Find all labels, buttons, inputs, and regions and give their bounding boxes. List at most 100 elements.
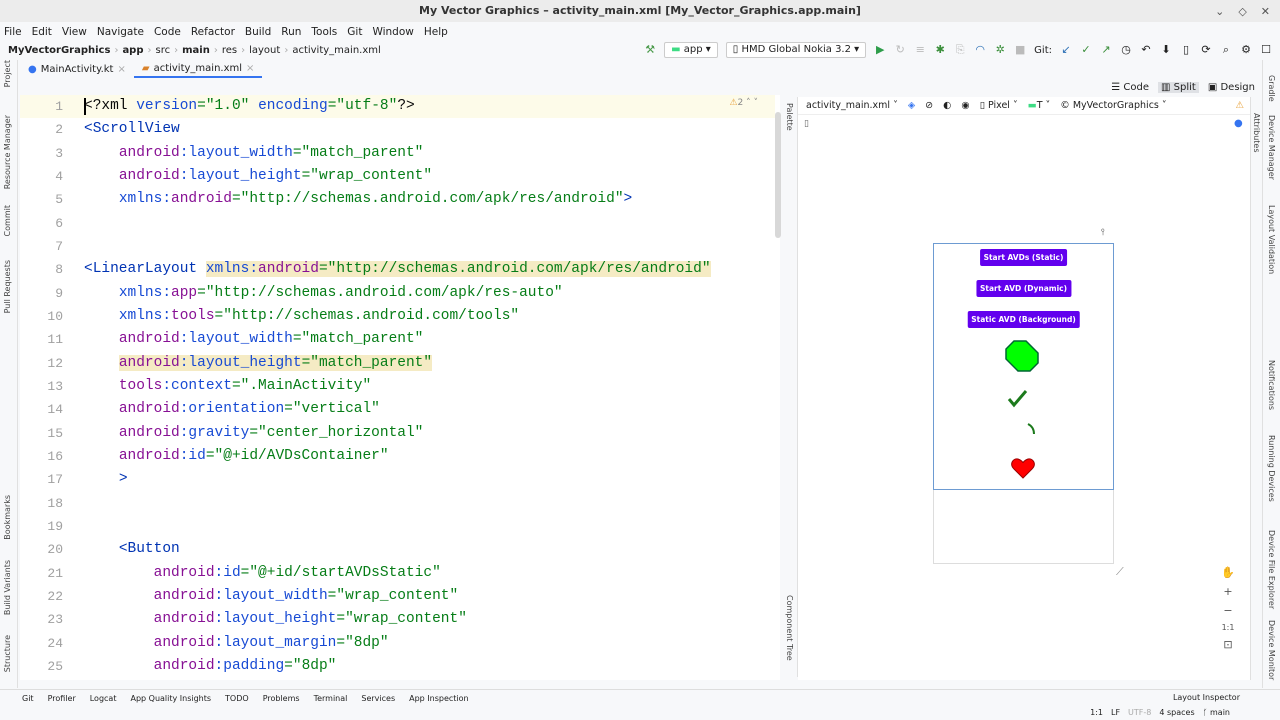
maximize-icon[interactable]: ◇	[1238, 5, 1246, 18]
help-icon[interactable]: ●	[1234, 118, 1243, 129]
debug-icon[interactable]: ✱	[934, 44, 946, 56]
left-tool-structure[interactable]: Structure	[3, 635, 12, 672]
sync-gradle-icon[interactable]: ⟳	[1200, 44, 1212, 56]
right-tool-device-manager[interactable]: Device Manager	[1267, 115, 1276, 180]
breadcrumb-item[interactable]: MyVectorGraphics	[8, 45, 110, 56]
left-tool-bookmarks[interactable]: Bookmarks	[3, 495, 12, 540]
git-push-icon[interactable]: ↗	[1100, 44, 1112, 56]
bottom-tool-git[interactable]: Git	[22, 694, 34, 703]
search-icon[interactable]: ⌕	[1220, 44, 1232, 56]
mode-code[interactable]: ☰ Code	[1108, 82, 1152, 93]
menu-edit[interactable]: Edit	[32, 26, 52, 38]
line-separator[interactable]: LF	[1111, 706, 1120, 720]
warning-icon[interactable]: ⚠	[1235, 100, 1244, 111]
right-tool-layout-validation[interactable]: Layout Validation	[1267, 205, 1276, 274]
menu-navigate[interactable]: Navigate	[97, 26, 144, 38]
bottom-tool-todo[interactable]: TODO	[225, 694, 249, 703]
git-branch[interactable]: ᚴ main	[1203, 706, 1230, 720]
bottom-tool-logcat[interactable]: Logcat	[90, 694, 117, 703]
device-dropdown[interactable]: ▯ HMD Global Nokia 3.2 ▾	[725, 42, 867, 58]
theme-dropdown[interactable]: © MyVectorGraphics ˅	[1060, 100, 1166, 111]
attributes-tab[interactable]: Attributes	[1252, 113, 1261, 153]
git-rollback-icon[interactable]: ↶	[1140, 44, 1152, 56]
left-tool-commit[interactable]: Commit	[3, 205, 12, 236]
sdk-manager-icon[interactable]: ⬇	[1160, 44, 1172, 56]
start-avds-static-button[interactable]: Start AVDs (Static)	[979, 249, 1068, 266]
menu-git[interactable]: Git	[347, 26, 362, 38]
mode-split[interactable]: ▥ Split	[1158, 81, 1199, 93]
file-encoding[interactable]: UTF-8	[1128, 706, 1151, 720]
left-tool-resource-manager[interactable]: Resource Manager	[3, 115, 12, 189]
code-editor[interactable]: 1 <?xml version="1.0" encoding="utf-8"?> 2…	[20, 95, 780, 680]
wear-icon[interactable]: ◉	[961, 100, 969, 111]
editor-scrollbar[interactable]	[775, 112, 781, 238]
bottom-tool-services[interactable]: Services	[361, 694, 395, 703]
design-surface-icon[interactable]: ◈	[908, 100, 915, 111]
git-commit-icon[interactable]: ✓	[1080, 44, 1092, 56]
indent-setting[interactable]: 4 spaces	[1159, 706, 1194, 720]
git-history-icon[interactable]: ◷	[1120, 44, 1132, 56]
start-avd-dynamic-button[interactable]: Start AVD (Dynamic)	[975, 280, 1072, 297]
close-icon[interactable]: ✕	[1261, 5, 1270, 18]
menu-window[interactable]: Window	[372, 26, 413, 38]
device-preview-dropdown[interactable]: ▯ Pixel ˅	[980, 100, 1018, 111]
close-tab-icon[interactable]: ×	[117, 64, 125, 75]
bottom-tool-profiler[interactable]: Profiler	[48, 694, 76, 703]
menu-file[interactable]: File	[4, 26, 22, 38]
left-tool-build-variants[interactable]: Build Variants	[3, 560, 12, 615]
build-hammer-icon[interactable]: ⚒	[644, 44, 656, 56]
menu-help[interactable]: Help	[424, 26, 448, 38]
git-update-icon[interactable]: ↙	[1060, 44, 1072, 56]
phone-preview[interactable]: Start AVDs (Static) Start AVD (Dynamic) …	[933, 243, 1114, 490]
pan-icon[interactable]: ✋	[1221, 566, 1235, 579]
attach-debugger-icon[interactable]: ⎘	[954, 44, 966, 56]
bottom-tool-problems[interactable]: Problems	[263, 694, 300, 703]
cursor-position[interactable]: 1:1	[1090, 706, 1103, 720]
left-tool-pull-requests[interactable]: Pull Requests	[3, 260, 12, 313]
right-tool-notifications[interactable]: Notifications	[1267, 360, 1276, 410]
bottom-tool-app-inspection[interactable]: App Inspection	[409, 694, 469, 703]
stop-icon[interactable]: ■	[1014, 44, 1026, 56]
breadcrumb-item[interactable]: src	[156, 45, 171, 56]
account-icon[interactable]: ☐	[1260, 44, 1272, 56]
close-tab-icon[interactable]: ×	[246, 63, 254, 74]
right-tool-running-devices[interactable]: Running Devices	[1267, 435, 1276, 502]
zoom-out-icon[interactable]: −	[1223, 604, 1232, 617]
right-tool-device-file-explorer[interactable]: Device File Explorer	[1267, 530, 1276, 609]
breadcrumb-item[interactable]: app	[122, 45, 143, 56]
menu-build[interactable]: Build	[245, 26, 271, 38]
menu-run[interactable]: Run	[281, 26, 301, 38]
zoom-actual-icon[interactable]: 1:1	[1222, 623, 1235, 632]
zoom-in-icon[interactable]: +	[1223, 585, 1232, 598]
apply-changes-icon[interactable]: ↻	[894, 44, 906, 56]
bottom-tool-terminal[interactable]: Terminal	[314, 694, 348, 703]
breadcrumb-item[interactable]: activity_main.xml	[292, 45, 380, 56]
minimize-icon[interactable]: ⌄	[1215, 5, 1224, 18]
bottom-tool-app-quality-insights[interactable]: App Quality Insights	[130, 694, 211, 703]
breadcrumb-item[interactable]: layout	[249, 45, 280, 56]
mode-design[interactable]: ▣ Design	[1205, 82, 1258, 93]
device-manager-icon[interactable]: ▯	[1180, 44, 1192, 56]
component-tree-tab[interactable]: Component Tree	[785, 595, 794, 661]
palette-tab[interactable]: Palette	[785, 103, 794, 131]
breadcrumb-item[interactable]: res	[222, 45, 237, 56]
orientation-icon[interactable]: ⊘	[925, 100, 933, 111]
inspection-widget[interactable]: ⚠2 ˄ ˅	[729, 98, 758, 108]
api-dropdown[interactable]: ▬T ˅	[1028, 100, 1051, 111]
tab-mainactivity[interactable]: ● MainActivity.kt ×	[20, 60, 134, 78]
static-avd-background-button[interactable]: Static AVD (Background)	[967, 311, 1080, 328]
run-icon[interactable]: ▶	[874, 44, 886, 56]
layout-file-dropdown[interactable]: activity_main.xml ˅	[806, 100, 898, 111]
tab-activity-main[interactable]: ▰ activity_main.xml ×	[133, 60, 263, 78]
debug-attach-icon[interactable]: ✲	[994, 44, 1006, 56]
zoom-fit-icon[interactable]: ⊡	[1223, 638, 1232, 651]
run-config-dropdown[interactable]: ▬ app ▾	[664, 42, 718, 58]
breadcrumb-item[interactable]: main	[182, 45, 210, 56]
profile-icon[interactable]: ◠	[974, 44, 986, 56]
resize-handle-icon[interactable]: ⟋	[1116, 565, 1124, 579]
right-tool-gradle[interactable]: Gradle	[1267, 75, 1276, 102]
layout-inspector-tab[interactable]: Layout Inspector	[1173, 693, 1240, 702]
menu-view[interactable]: View	[62, 26, 87, 38]
gear-icon[interactable]: ⚙	[1240, 44, 1252, 56]
menu-refactor[interactable]: Refactor	[191, 26, 235, 38]
